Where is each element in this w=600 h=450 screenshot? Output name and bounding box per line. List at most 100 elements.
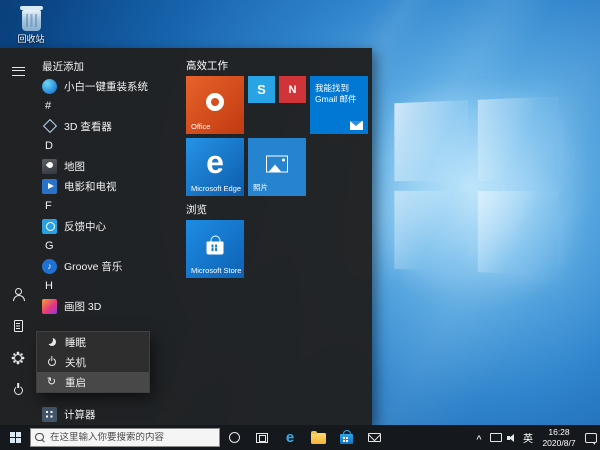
- settings-button[interactable]: [5, 345, 31, 371]
- xiaobai-app-icon: [42, 79, 57, 94]
- calculator-icon: [42, 407, 57, 422]
- power-menu-label: 关机: [65, 355, 86, 370]
- app-label: 小白一键重装系统: [64, 79, 148, 94]
- action-center-icon: [585, 433, 597, 443]
- volume-button[interactable]: [504, 425, 520, 450]
- app-label: 反馈中心: [64, 219, 106, 234]
- app-item-groove-music[interactable]: ♪ Groove 音乐: [36, 256, 186, 276]
- power-menu-sleep[interactable]: 睡眠: [37, 332, 149, 352]
- documents-button[interactable]: [5, 313, 31, 339]
- app-label: 电影和电视: [64, 179, 117, 194]
- tile-label: Microsoft Edge: [191, 184, 241, 193]
- app-item-3d-viewer[interactable]: 3D 查看器: [36, 116, 186, 136]
- threed-viewer-icon: [42, 119, 57, 134]
- network-button[interactable]: [486, 425, 504, 450]
- recent-added-label: 最近添加: [42, 59, 84, 74]
- tile-area: 高效工作 Office S N 我能找到 Gmail 邮件: [186, 56, 368, 282]
- letter-label: G: [45, 240, 54, 252]
- groove-music-icon: ♪: [42, 259, 57, 274]
- task-view-button[interactable]: [248, 425, 276, 450]
- ime-indicator[interactable]: 英: [520, 425, 536, 450]
- tile-microsoft-store[interactable]: Microsoft Store: [186, 220, 244, 278]
- windows-desktop-screen: 回收站 最近添加: [0, 0, 600, 450]
- taskbar-clock[interactable]: 16:28 2020/8/7: [536, 425, 582, 450]
- tile-news[interactable]: N: [279, 76, 306, 103]
- music-note-glyph: ♪: [47, 262, 52, 271]
- recycle-bin[interactable]: 回收站: [8, 5, 54, 45]
- letter-label: H: [45, 280, 53, 292]
- app-label: 3D 查看器: [64, 119, 112, 134]
- tile-skype[interactable]: S: [248, 76, 275, 103]
- tray-expand-button[interactable]: ^: [472, 425, 486, 450]
- tile-group-explore[interactable]: 浏览: [186, 200, 368, 220]
- cortana-icon: [229, 432, 240, 443]
- windows-logo-pane: [394, 100, 468, 181]
- action-center-button[interactable]: [582, 425, 600, 450]
- windows-logo-pane: [394, 191, 468, 272]
- shutdown-power-icon: [46, 358, 57, 366]
- app-item-xiaobai[interactable]: 小白一键重装系统: [36, 76, 186, 96]
- envelope-icon: [350, 121, 363, 130]
- user-account-button[interactable]: [5, 281, 31, 307]
- power-menu-label: 重启: [65, 375, 86, 390]
- store-bag-icon: [207, 241, 224, 254]
- folder-icon: [311, 433, 326, 444]
- gear-icon: [14, 354, 22, 362]
- power-menu-shutdown[interactable]: 关机: [37, 352, 149, 372]
- sleep-moon-icon: [46, 338, 57, 346]
- hamburger-icon: [12, 67, 25, 76]
- tile-mail[interactable]: 我能找到 Gmail 邮件: [310, 76, 368, 134]
- store-taskbar-button[interactable]: [332, 425, 360, 450]
- app-list-letter-h[interactable]: H: [36, 276, 186, 296]
- speaker-icon: [507, 433, 518, 443]
- tile-label: Microsoft Store: [191, 266, 241, 275]
- app-list-letter-f[interactable]: F: [36, 196, 186, 216]
- taskbar: e ^ 英 16:28 2020/8/7: [0, 425, 600, 450]
- photo-frame-icon: [266, 155, 288, 172]
- recycle-bin-icon: [22, 10, 41, 31]
- clock-date: 2020/8/7: [542, 438, 575, 449]
- search-input[interactable]: [45, 432, 215, 443]
- app-item-paint3d[interactable]: 画图 3D: [36, 296, 186, 316]
- office-logo-icon: [206, 93, 224, 111]
- search-icon: [35, 433, 45, 443]
- recycle-bin-label: 回收站: [8, 32, 54, 45]
- power-button[interactable]: [5, 377, 31, 403]
- app-item-maps[interactable]: 地图: [36, 156, 186, 176]
- document-icon: [14, 320, 23, 332]
- app-label: 地图: [64, 159, 85, 174]
- tile-row: Microsoft Store: [186, 220, 368, 278]
- tile-photos[interactable]: 照片: [248, 138, 306, 196]
- cortana-button[interactable]: [220, 425, 248, 450]
- app-list-letter-hash[interactable]: #: [36, 96, 186, 116]
- clock-time: 16:28: [542, 427, 575, 438]
- empty-tile-slot: [248, 220, 306, 278]
- edge-taskbar-button[interactable]: e: [276, 425, 304, 450]
- app-item-feedback-hub[interactable]: 反馈中心: [36, 216, 186, 236]
- skype-s-glyph: S: [257, 82, 266, 97]
- movies-tv-icon: [42, 179, 57, 194]
- chevron-up-icon: ^: [476, 434, 481, 444]
- search-box[interactable]: [30, 428, 220, 447]
- app-label: 计算器: [64, 407, 96, 422]
- expand-menu-button[interactable]: [5, 58, 31, 84]
- tile-edge[interactable]: e Microsoft Edge: [186, 138, 244, 196]
- tile-row: e Microsoft Edge 照片: [186, 138, 368, 196]
- app-list-letter-g[interactable]: G: [36, 236, 186, 256]
- power-menu-restart[interactable]: ↻ 重启: [37, 372, 149, 392]
- tile-group-productivity[interactable]: 高效工作: [186, 56, 368, 76]
- mail-promo-text: 我能找到 Gmail 邮件: [315, 83, 364, 105]
- paint3d-icon: [42, 299, 57, 314]
- mail-taskbar-button[interactable]: [360, 425, 388, 450]
- app-item-movies-tv[interactable]: 电影和电视: [36, 176, 186, 196]
- tile-row: Office S N 我能找到 Gmail 邮件: [186, 76, 368, 134]
- file-explorer-button[interactable]: [304, 425, 332, 450]
- app-list-letter-d[interactable]: D: [36, 136, 186, 156]
- small-tile-group: S N: [248, 76, 306, 134]
- tile-office[interactable]: Office: [186, 76, 244, 134]
- task-view-icon: [256, 433, 268, 443]
- windows-flag-icon: [10, 432, 21, 443]
- system-tray: ^ 英 16:28 2020/8/7: [472, 425, 600, 450]
- app-item-calculator[interactable]: 计算器: [36, 404, 186, 424]
- start-button[interactable]: [0, 425, 30, 450]
